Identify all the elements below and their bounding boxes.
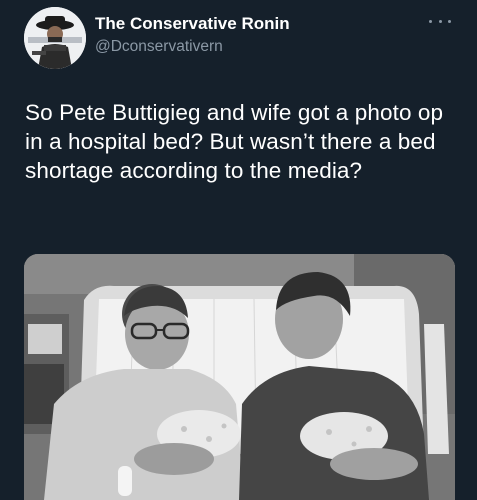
tweet-text: So Pete Buttigieg and wife got a photo o… [25, 100, 444, 183]
author-display-name[interactable]: The Conservative Ronin [95, 14, 290, 34]
hospital-bed-photo-icon [24, 254, 455, 500]
tweet-card: The Conservative Ronin @Dconservativern … [0, 0, 477, 500]
more-options-icon[interactable] [427, 12, 453, 30]
avatar-image [24, 7, 86, 69]
tweet-photo[interactable] [24, 254, 455, 500]
author-handle[interactable]: @Dconservativern [95, 38, 223, 56]
author-avatar[interactable] [24, 7, 86, 69]
